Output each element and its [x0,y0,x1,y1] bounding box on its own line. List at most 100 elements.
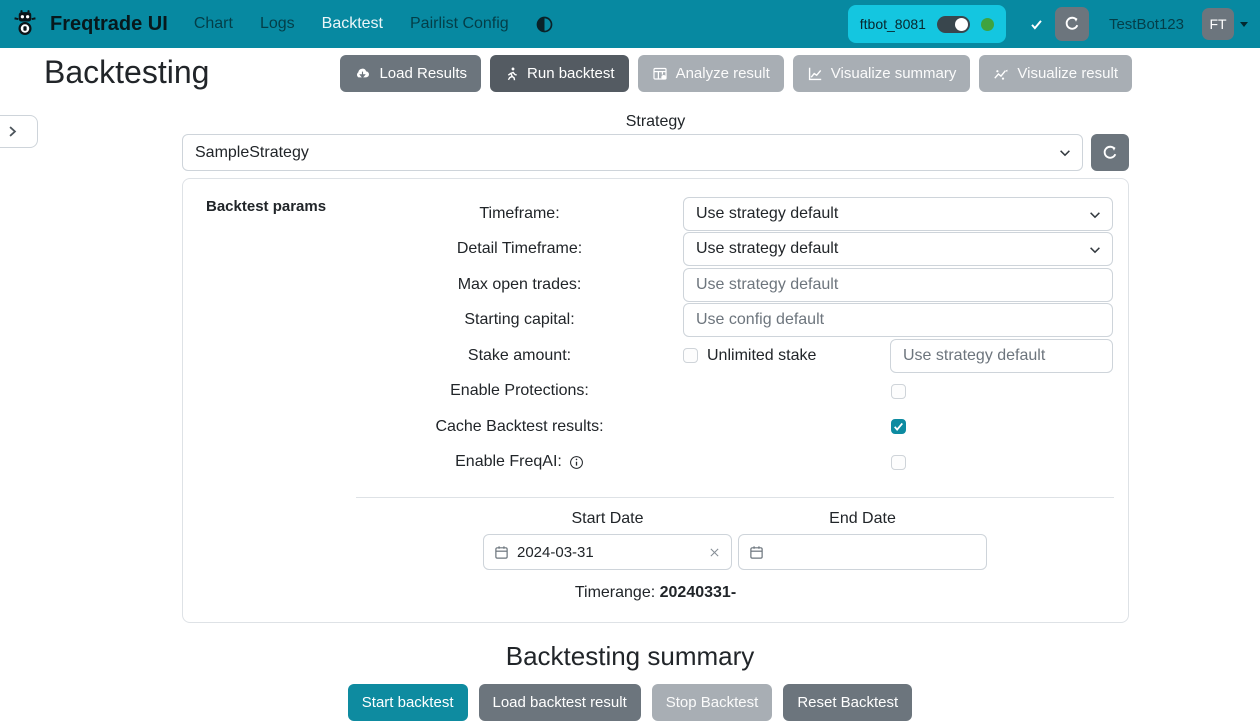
visualize-summary-button[interactable]: Visualize summary [793,55,971,92]
unlimited-stake-label: Unlimited stake [707,347,816,365]
user-avatar[interactable]: FT [1202,8,1234,40]
sidebar-expand-button[interactable] [0,115,38,148]
strategy-select[interactable]: SampleStrategy [182,134,1083,171]
backtest-params-card: Backtest params Timeframe: Use strategy … [182,178,1129,623]
avatar-initials: FT [1209,16,1226,32]
enable-freqai-checkbox[interactable] [891,455,906,470]
backtesting-summary-title: Backtesting summary [0,641,1260,672]
freqtrade-robot-logo-icon [10,9,40,39]
cache-backtest-results-label: Cache Backtest results: [356,418,683,436]
enable-freqai-row: Enable FreqAI: [356,445,1128,481]
username-label: TestBot123 [1109,16,1184,33]
timeframe-row: Timeframe: Use strategy default [356,196,1128,232]
unlimited-stake-checkbox[interactable] [683,348,698,363]
enable-protections-checkbox[interactable] [891,384,906,399]
stop-backtest-label: Stop Backtest [666,694,759,711]
page-title: Backtesting [44,54,209,91]
reload-bot-button[interactable] [1055,7,1089,41]
strategy-label: Strategy [182,113,1129,131]
reset-backtest-label: Reset Backtest [797,694,898,711]
table-gear-icon [652,66,668,82]
visualize-result-label: Visualize result [1017,65,1118,82]
run-icon [504,66,519,82]
reset-backtest-button[interactable]: Reset Backtest [783,684,912,721]
header-buttons: Load Results Run backtest [340,55,1132,92]
refresh-strategy-button[interactable] [1091,134,1129,171]
timerange-value: 20240331- [660,584,737,601]
nav-links: Chart Logs Backtest Pairlist Config [194,15,509,33]
chevron-down-icon [1088,208,1102,227]
load-results-button[interactable]: Load Results [340,55,481,92]
calendar-icon [494,545,509,560]
divider [356,497,1114,498]
load-backtest-result-button[interactable]: Load backtest result [479,684,641,721]
load-backtest-result-label: Load backtest result [493,694,627,711]
analyze-result-button[interactable]: Analyze result [638,55,784,92]
starting-capital-input[interactable] [683,303,1113,337]
brand[interactable]: Freqtrade UI [10,9,168,39]
check-icon [1030,18,1043,31]
nav-link-logs[interactable]: Logs [260,15,295,33]
max-open-trades-input[interactable] [683,268,1113,302]
enable-protections-label: Enable Protections: [356,382,683,400]
backtest-params-legend: Backtest params [206,198,326,215]
cache-backtest-results-checkbox[interactable] [891,419,906,434]
timeframe-label: Timeframe: [356,205,683,223]
cloud-download-icon [354,66,371,81]
start-date-input[interactable]: 2024-03-31 [483,534,732,570]
clear-date-icon[interactable] [708,546,721,559]
visualize-result-button[interactable]: Visualize result [979,55,1132,92]
start-date-label: Start Date [483,510,732,528]
calendar-icon [749,545,764,560]
end-date-col: End Date [738,510,987,570]
bot-selector[interactable]: ftbot_8081 [848,5,1006,43]
load-results-label: Load Results [379,65,467,82]
strategy-row: SampleStrategy [182,134,1129,171]
enable-freqai-label: Enable FreqAI: [455,453,562,471]
stake-amount-controls: Unlimited stake [683,339,1113,373]
chart-line-icon [807,66,823,82]
theme-toggle-icon[interactable] [536,16,553,33]
chevron-right-icon [6,125,19,138]
max-open-trades-label: Max open trades: [356,276,683,294]
run-backtest-label: Run backtest [527,65,615,82]
avatar-caret-down-icon[interactable] [1240,22,1248,27]
backtest-main: Strategy SampleStrategy Backtest params … [182,113,1129,623]
start-date-value: 2024-03-31 [517,544,700,561]
cache-backtest-results-row: Cache Backtest results: [356,409,1128,445]
bot-name: ftbot_8081 [860,16,926,32]
stop-backtest-button[interactable]: Stop Backtest [652,684,773,721]
brand-title: Freqtrade UI [50,13,168,36]
info-icon[interactable] [569,455,584,470]
nav-link-chart[interactable]: Chart [194,15,233,33]
end-date-input[interactable] [738,534,987,570]
detail-timeframe-label: Detail Timeframe: [356,240,683,258]
stake-amount-label: Stake amount: [356,347,683,365]
start-date-col: Start Date 2024-03-31 [483,510,732,570]
navbar-right: ftbot_8081 TestBot123 FT [848,5,1248,43]
stake-amount-row: Stake amount: Unlimited stake [356,338,1128,374]
timeframe-select[interactable]: Use strategy default [683,197,1113,231]
page-header: Backtesting Load Results Run [0,48,1260,92]
bot-toggle[interactable] [937,16,970,33]
nav-link-backtest[interactable]: Backtest [322,15,383,33]
analyze-result-label: Analyze result [676,65,770,82]
end-date-label: End Date [738,510,987,528]
detail-timeframe-select[interactable]: Use strategy default [683,232,1113,266]
start-backtest-label: Start backtest [362,694,454,711]
chevron-down-icon [1058,146,1072,165]
max-open-trades-row: Max open trades: [356,267,1128,303]
stake-amount-input[interactable] [890,339,1113,373]
enable-protections-row: Enable Protections: [356,374,1128,410]
nav-link-pairlist-config[interactable]: Pairlist Config [410,15,509,33]
detail-timeframe-row: Detail Timeframe: Use strategy default [356,232,1128,268]
start-backtest-button[interactable]: Start backtest [348,684,468,721]
timerange-label: Timerange: [575,584,655,601]
timerange: Timerange: 20240331- [183,584,1128,602]
chevron-down-icon [1088,243,1102,262]
summary-buttons: Start backtest Load backtest result Stop… [0,684,1260,721]
starting-capital-label: Starting capital: [356,311,683,329]
run-backtest-button[interactable]: Run backtest [490,55,629,92]
timeframe-selected-value: Use strategy default [696,205,838,223]
starting-capital-row: Starting capital: [356,303,1128,339]
